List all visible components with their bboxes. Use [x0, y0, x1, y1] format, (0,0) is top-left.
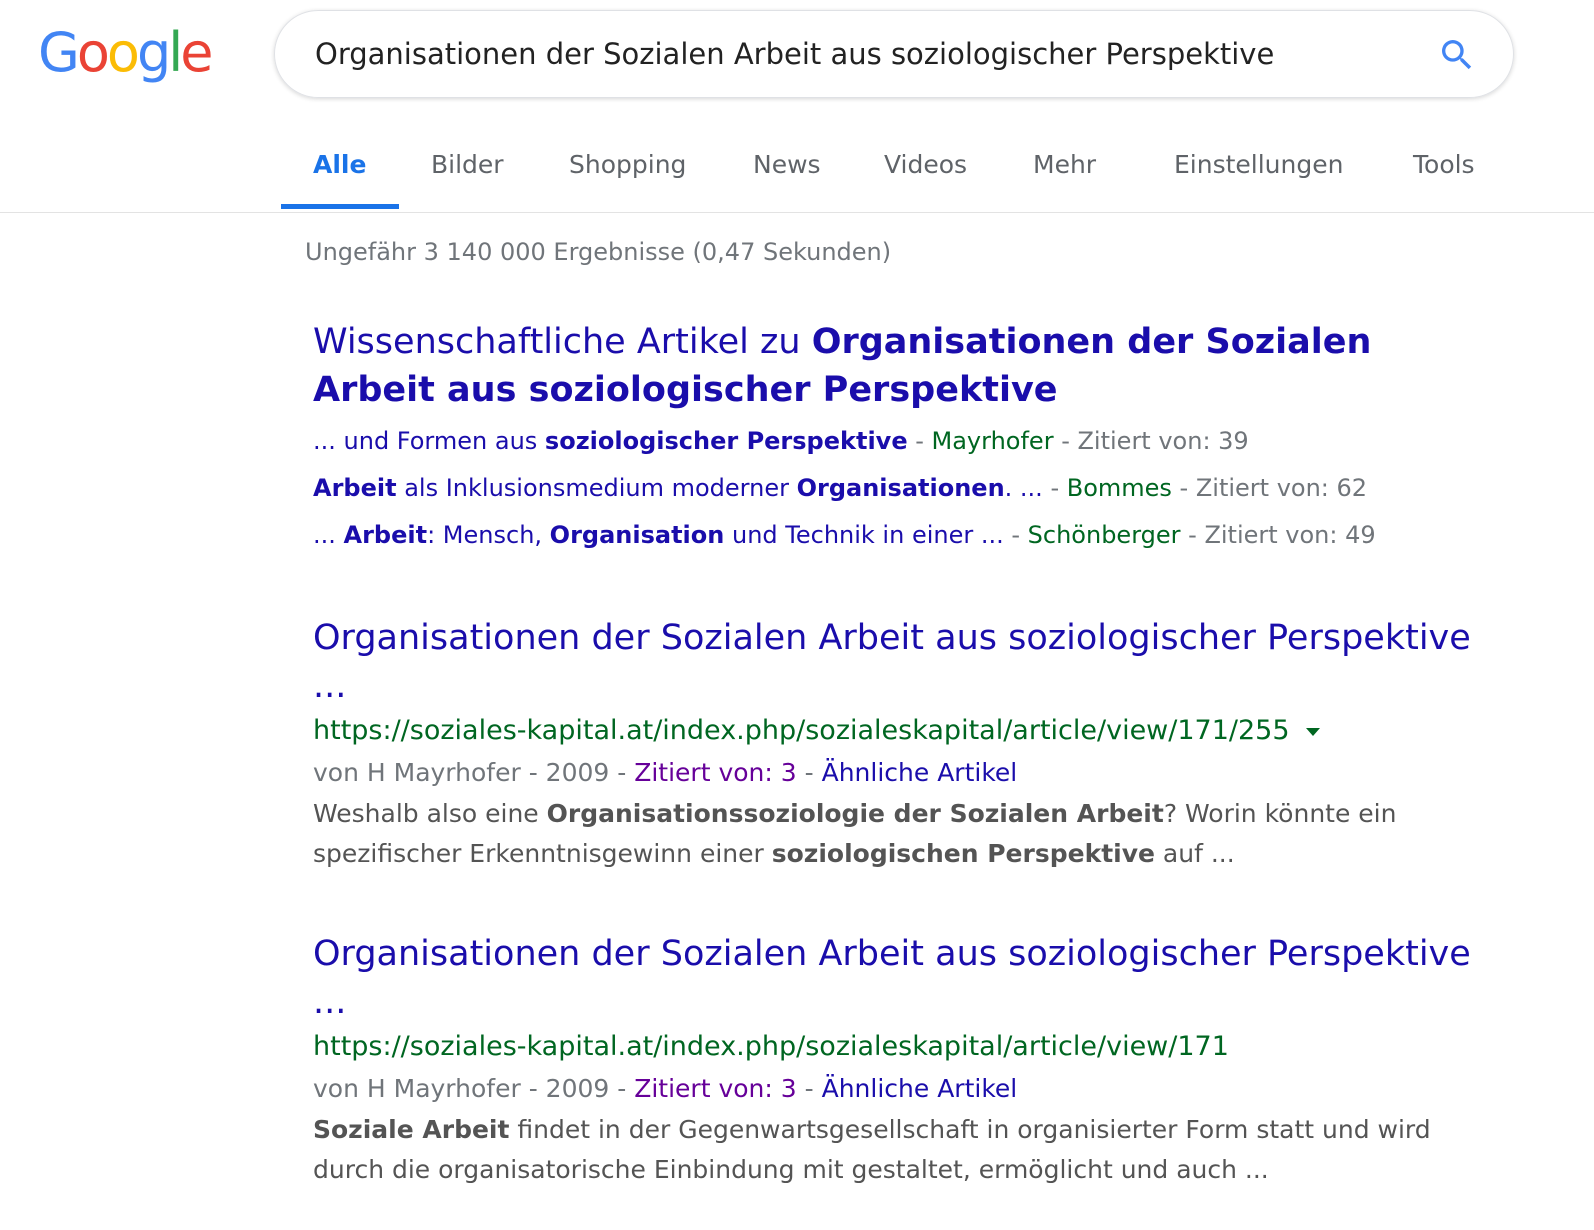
separator: -	[796, 1074, 822, 1103]
scholar-item-bold: Arbeit	[343, 521, 428, 549]
snippet-bold: Soziale Arbeit	[313, 1115, 510, 1144]
result-url: https://soziales-kapital.at/index.php/so…	[313, 1026, 1493, 1068]
scholar-item-text: . ...	[1004, 474, 1043, 502]
similar-articles-link[interactable]: Ähnliche Artikel	[822, 758, 1018, 787]
result-author-year: von H Mayrhofer - 2009 -	[313, 758, 635, 787]
snippet-bold: Organisationssoziologie der Sozialen Arb…	[546, 799, 1164, 828]
separator: -	[1171, 474, 1196, 502]
result-title-link[interactable]: Organisationen der Sozialen Arbeit aus s…	[313, 930, 1493, 1026]
result-snippet: Weshalb also eine Organisationssoziologi…	[313, 794, 1493, 874]
logo-letter: g	[136, 21, 171, 84]
scholar-item-text: als Inklusionsmedium moderner	[396, 474, 797, 502]
scholar-item-author: Schönberger	[1027, 521, 1181, 549]
tab-shopping[interactable]: Shopping	[569, 150, 686, 179]
result-meta: von H Mayrhofer - 2009 - Zitiert von: 3 …	[313, 1068, 1493, 1110]
scholar-item-text: ...	[313, 521, 344, 549]
tab-mehr[interactable]: Mehr	[1033, 150, 1096, 179]
scholar-item-bold: Arbeit	[313, 474, 397, 502]
logo-letter: o	[106, 21, 140, 84]
tab-tools[interactable]: Tools	[1413, 150, 1475, 179]
separator: -	[1053, 427, 1078, 455]
active-tab-indicator	[281, 204, 399, 209]
result-snippet: Soziale Arbeit findet in der Gegenwartsg…	[313, 1110, 1493, 1190]
separator: -	[1180, 521, 1205, 549]
tab-alle[interactable]: Alle	[313, 150, 366, 179]
scholar-item-author: Mayrhofer	[931, 427, 1054, 455]
result-stats: Ungefähr 3 140 000 Ergebnisse (0,47 Seku…	[305, 238, 892, 266]
scholar-title-plain: Wissenschaftliche Artikel zu	[313, 322, 812, 362]
scholar-item-link[interactable]: ... und Formen aus soziologischer Perspe…	[313, 427, 908, 455]
logo-letter: G	[38, 21, 80, 84]
scholar-item-link[interactable]: Arbeit als Inklusionsmedium moderner Org…	[313, 474, 1043, 502]
scholar-item-bold: Organisationen	[796, 474, 1005, 502]
separator: -	[907, 427, 932, 455]
cited-by-link[interactable]: Zitiert von: 3	[634, 1074, 796, 1103]
result-title-link[interactable]: Organisationen der Sozialen Arbeit aus s…	[313, 614, 1493, 710]
scholar-item-bold: soziologischer Perspektive	[544, 427, 908, 455]
scholar-item-text: und Technik in einer ...	[724, 521, 1004, 549]
result-author-year: von H Mayrhofer - 2009 -	[313, 1074, 635, 1103]
tab-einstellungen[interactable]: Einstellungen	[1174, 150, 1343, 179]
dropdown-caret-icon[interactable]	[1305, 727, 1320, 736]
result-url-text[interactable]: https://soziales-kapital.at/index.php/so…	[313, 715, 1290, 746]
search-input[interactable]	[315, 11, 1435, 97]
search-results-page: Google Alle Bilder Shopping News Videos …	[0, 0, 1594, 1230]
logo-letter: l	[168, 21, 183, 84]
cited-by-link[interactable]: Zitiert von: 3	[634, 758, 796, 787]
search-tabs: Alle Bilder Shopping News Videos Mehr Ei…	[0, 120, 1594, 213]
search-box	[274, 10, 1514, 98]
tab-videos[interactable]: Videos	[884, 150, 967, 179]
tab-bilder[interactable]: Bilder	[431, 150, 504, 179]
scholar-result-title[interactable]: Wissenschaftliche Artikel zu Organisatio…	[313, 318, 1493, 414]
search-icon[interactable]	[1437, 35, 1477, 75]
logo-letter: e	[180, 21, 213, 84]
google-logo[interactable]: Google	[38, 18, 214, 88]
snippet-text: auf ...	[1154, 839, 1235, 868]
scholar-item-cited: Zitiert von: 39	[1077, 427, 1249, 455]
result-meta: von H Mayrhofer - 2009 - Zitiert von: 3 …	[313, 752, 1493, 794]
scholar-item-cited: Zitiert von: 49	[1204, 521, 1376, 549]
scholar-item-text: ... und Formen aus	[313, 427, 545, 455]
search-result: Organisationen der Sozialen Arbeit aus s…	[313, 930, 1493, 1190]
snippet-text: Weshalb also eine	[313, 799, 547, 828]
scholar-item: Arbeit als Inklusionsmedium moderner Org…	[313, 465, 1493, 512]
similar-articles-link[interactable]: Ähnliche Artikel	[822, 1074, 1018, 1103]
scholar-item-author: Bommes	[1066, 474, 1172, 502]
snippet-bold: soziologischen Perspektive	[771, 839, 1155, 868]
result-url-text[interactable]: https://soziales-kapital.at/index.php/so…	[313, 1031, 1229, 1062]
separator: -	[1003, 521, 1028, 549]
scholar-item-cited: Zitiert von: 62	[1195, 474, 1368, 502]
scholar-item-link[interactable]: ... Arbeit: Mensch, Organisation und Tec…	[313, 521, 1004, 549]
separator: -	[796, 758, 822, 787]
tab-news[interactable]: News	[753, 150, 821, 179]
result-url: https://soziales-kapital.at/index.php/so…	[313, 710, 1493, 752]
separator: -	[1042, 474, 1067, 502]
scholar-item: ... und Formen aus soziologischer Perspe…	[313, 418, 1493, 465]
search-result: Organisationen der Sozialen Arbeit aus s…	[313, 614, 1493, 874]
logo-letter: o	[76, 21, 110, 84]
scholar-item-bold: Organisation	[549, 521, 725, 549]
scholar-item: ... Arbeit: Mensch, Organisation und Tec…	[313, 512, 1493, 559]
scholar-result-block: Wissenschaftliche Artikel zu Organisatio…	[313, 318, 1493, 559]
scholar-item-text: : Mensch,	[427, 521, 550, 549]
